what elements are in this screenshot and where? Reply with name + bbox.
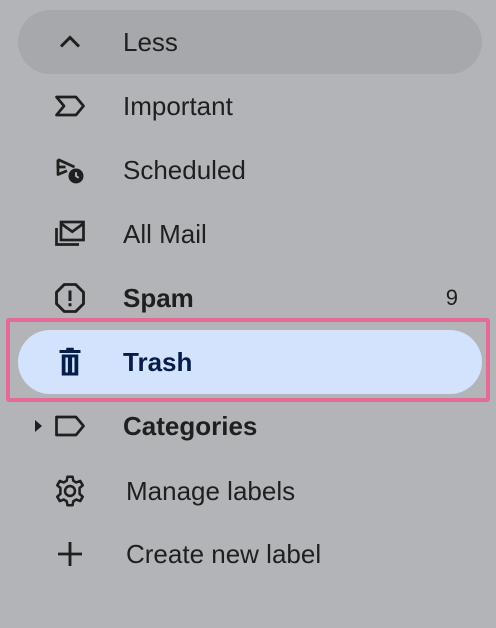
sidebar-item-label: Manage labels [126,476,296,506]
sidebar-item-label: Less [123,27,178,57]
sidebar-nav: Less Important Scheduled All Mail Spam 9… [0,0,496,628]
sidebar-item-scheduled[interactable]: Scheduled [18,138,482,202]
important-label-icon [52,88,88,124]
sidebar-item-label: Create new label [126,539,322,569]
trash-icon [52,344,88,380]
spam-icon [52,280,88,316]
sidebar-item-label: Trash [123,347,193,377]
sidebar-item-spam[interactable]: Spam 9 [18,266,482,330]
sidebar-item-label: Important [123,91,233,121]
gear-icon [52,473,88,509]
chevron-up-icon [52,24,88,60]
sidebar-item-important[interactable]: Important [18,74,482,138]
unread-count: 9 [445,285,458,310]
sidebar-item-create-new-label[interactable]: Create new label [18,522,482,586]
sidebar-item-categories[interactable]: Categories [18,394,482,458]
sidebar-item-label: All Mail [123,219,207,249]
sidebar-item-all-mail[interactable]: All Mail [18,202,482,266]
plus-icon [52,536,88,572]
sidebar-item-label: Scheduled [123,155,246,185]
sidebar-item-label: Categories [123,411,258,441]
all-mail-icon [52,216,88,252]
expand-arrow-icon[interactable] [30,417,48,435]
label-icon [52,408,88,444]
scheduled-send-icon [52,152,88,188]
sidebar-item-trash[interactable]: Trash [18,330,482,394]
sidebar-item-label: Spam [123,283,194,313]
sidebar-item-less[interactable]: Less [18,10,482,74]
sidebar-item-manage-labels[interactable]: Manage labels [18,459,482,523]
